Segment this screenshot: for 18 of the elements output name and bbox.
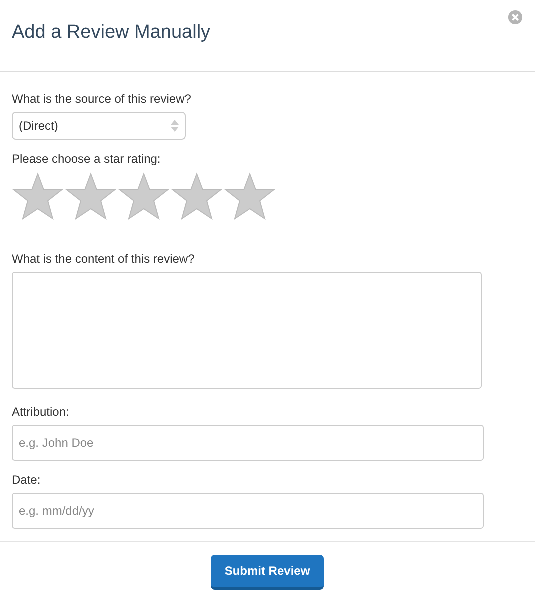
source-select[interactable]: (Direct) (12, 112, 186, 140)
content-field[interactable] (12, 272, 482, 390)
star-icon[interactable] (171, 172, 223, 222)
field-label: Attribution: (12, 405, 70, 420)
field-label: What is the content of this review? (12, 252, 196, 266)
field-label: Please choose a star rating: (12, 152, 162, 166)
star-icon[interactable] (224, 172, 276, 222)
attribution-field[interactable]: e.g. John Doe (12, 425, 484, 462)
submit-button[interactable]: Submit Review (211, 555, 324, 590)
star-icon[interactable] (118, 172, 170, 222)
field-label: Date: (12, 473, 42, 488)
field-label: What is the source of this review? (12, 92, 192, 106)
sort-arrows-icon (171, 120, 179, 132)
close-icon[interactable] (508, 10, 523, 25)
dialog-title: Add a Review Manually (12, 22, 211, 44)
star-icon[interactable] (65, 172, 117, 222)
star-icon[interactable] (12, 172, 64, 222)
date-field[interactable]: e.g. mm/dd/yy (12, 493, 484, 529)
